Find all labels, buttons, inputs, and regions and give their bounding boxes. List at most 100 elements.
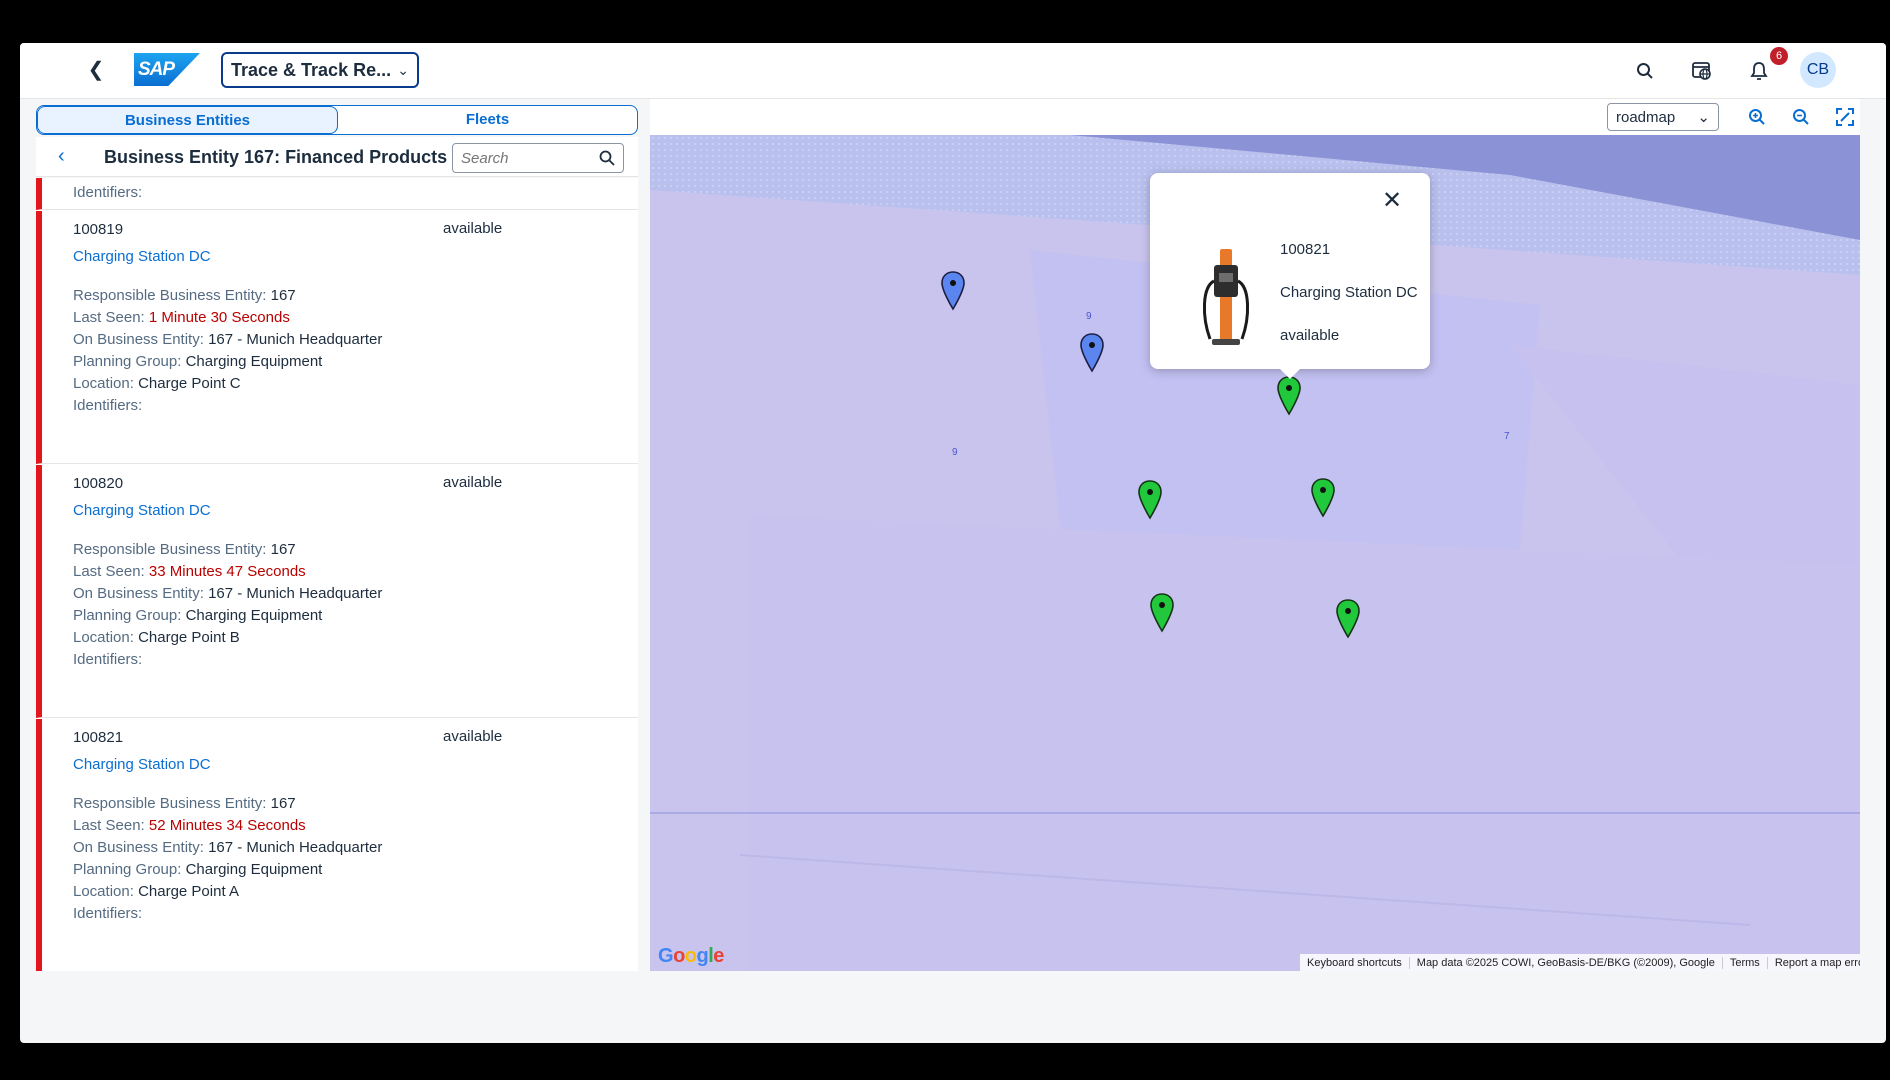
planning-label: Planning Group: bbox=[73, 353, 182, 370]
identifiers-label: Identifiers: bbox=[73, 905, 143, 922]
map-marker-green[interactable] bbox=[1276, 376, 1302, 416]
list-item-partial: Identifiers: bbox=[36, 178, 638, 210]
on-entity-row: On Business Entity: 167 - Munich Headqua… bbox=[73, 585, 382, 602]
search-icon[interactable] bbox=[1631, 57, 1659, 85]
last-seen-row: Last Seen: 52 Minutes 34 Seconds bbox=[73, 817, 306, 834]
back-icon[interactable]: ❮ bbox=[84, 58, 108, 82]
shell-bar: ❮ SAP Trace & Track Re... ⌄ 6 CB bbox=[20, 43, 1886, 99]
list-header: ‹ Business Entity 167: Financed Products bbox=[36, 137, 638, 177]
report-error-link[interactable]: Report a map error bbox=[1768, 957, 1860, 969]
responsible-label: Responsible Business Entity: bbox=[73, 287, 267, 304]
popup-name: Charging Station DC bbox=[1280, 284, 1418, 301]
planning-label: Planning Group: bbox=[73, 607, 182, 624]
location-label: Location: bbox=[73, 883, 134, 900]
map-attribution: Keyboard shortcuts Map data ©2025 COWI, … bbox=[1300, 954, 1860, 971]
street-number-label: 9 bbox=[1086, 311, 1092, 322]
charging-station-image bbox=[1202, 249, 1250, 345]
last-seen-value: 52 Minutes 34 Seconds bbox=[148, 817, 306, 834]
terms-link[interactable]: Terms bbox=[1723, 956, 1768, 969]
last-seen-label: Last Seen: bbox=[73, 309, 145, 326]
left-panel: Business Entities Fleets ‹ Business Enti… bbox=[36, 99, 640, 971]
responsible-row: Responsible Business Entity: 167 bbox=[73, 541, 296, 558]
app-title-menu[interactable]: Trace & Track Re... ⌄ bbox=[221, 52, 419, 88]
map-marker-green[interactable] bbox=[1310, 478, 1336, 518]
search-icon[interactable] bbox=[599, 150, 615, 166]
chevron-down-icon: ⌄ bbox=[397, 61, 409, 78]
list-item[interactable]: 100821 available Charging Station DC Res… bbox=[36, 719, 638, 971]
list-item[interactable]: 100820 available Charging Station DC Res… bbox=[36, 465, 638, 718]
back-arrow-icon[interactable]: ‹ bbox=[58, 145, 65, 168]
planning-value: Charging Equipment bbox=[185, 607, 323, 624]
list-item[interactable]: 100819 available Charging Station DC Res… bbox=[36, 211, 638, 464]
marker-info-popup: ✕ 100821 Charging Station DC available bbox=[1150, 173, 1430, 379]
planning-label: Planning Group: bbox=[73, 861, 182, 878]
identifiers-row: Identifiers: bbox=[73, 905, 142, 922]
item-name-link[interactable]: Charging Station DC bbox=[73, 756, 211, 773]
planning-row: Planning Group: Charging Equipment bbox=[73, 861, 322, 878]
popup-id: 100821 bbox=[1280, 241, 1331, 258]
notification-badge: 6 bbox=[1770, 47, 1788, 65]
zoom-in-icon[interactable] bbox=[1745, 105, 1769, 129]
last-seen-label: Last Seen: bbox=[73, 817, 145, 834]
location-value: Charge Point A bbox=[138, 883, 239, 900]
map-marker-green[interactable] bbox=[1137, 480, 1163, 520]
planning-value: Charging Equipment bbox=[185, 861, 323, 878]
last-seen-value: 33 Minutes 47 Seconds bbox=[148, 563, 306, 580]
popup-status: available bbox=[1280, 327, 1340, 344]
location-value: Charge Point C bbox=[138, 375, 241, 392]
planning-row: Planning Group: Charging Equipment bbox=[73, 607, 322, 624]
responsible-row: Responsible Business Entity: 167 bbox=[73, 287, 296, 304]
location-label: Location: bbox=[73, 375, 134, 392]
item-id: 100820 bbox=[73, 475, 124, 492]
app-title: Trace & Track Re... bbox=[231, 59, 392, 80]
map-panel[interactable]: roadmap ⌄ 9 9 7 ✕ 100821 Charging Statio… bbox=[650, 99, 1860, 971]
responsible-label: Responsible Business Entity: bbox=[73, 795, 267, 812]
item-status: available bbox=[443, 474, 503, 491]
tab-fleets[interactable]: Fleets bbox=[338, 106, 637, 134]
on-entity-value: 167 - Munich Headquarter bbox=[208, 839, 383, 856]
keyboard-shortcuts-link[interactable]: Keyboard shortcuts bbox=[1300, 956, 1410, 969]
identifiers-row: Identifiers: bbox=[73, 397, 142, 414]
sap-logo-text: SAP bbox=[138, 59, 175, 80]
google-logo[interactable]: Google bbox=[658, 945, 724, 968]
planning-value: Charging Equipment bbox=[185, 353, 323, 370]
location-row: Location: Charge Point A bbox=[73, 883, 239, 900]
search-input[interactable] bbox=[461, 149, 599, 167]
map-type-value: roadmap bbox=[1616, 108, 1676, 126]
map-marker-green[interactable] bbox=[1149, 593, 1175, 633]
close-icon[interactable]: ✕ bbox=[1378, 187, 1406, 215]
responsible-row: Responsible Business Entity: 167 bbox=[73, 795, 296, 812]
map-toolbar: roadmap ⌄ bbox=[650, 99, 1860, 135]
last-seen-row: Last Seen: 1 Minute 30 Seconds bbox=[73, 309, 290, 326]
identifiers-label: Identifiers: bbox=[73, 397, 143, 414]
location-row: Location: Charge Point C bbox=[73, 375, 241, 392]
planning-row: Planning Group: Charging Equipment bbox=[73, 353, 322, 370]
segmented-button: Business Entities Fleets bbox=[36, 105, 638, 135]
item-id: 100821 bbox=[73, 729, 124, 746]
street-number-label: 9 bbox=[952, 447, 958, 458]
item-name-link[interactable]: Charging Station DC bbox=[73, 502, 211, 519]
item-status: available bbox=[443, 728, 503, 745]
map-marker-blue[interactable] bbox=[1079, 333, 1105, 373]
tab-business-entities[interactable]: Business Entities bbox=[37, 106, 338, 134]
map-marker-green[interactable] bbox=[1335, 599, 1361, 639]
item-id: 100819 bbox=[73, 221, 124, 238]
chevron-down-icon: ⌄ bbox=[1697, 109, 1710, 126]
last-seen-label: Last Seen: bbox=[73, 563, 145, 580]
avatar[interactable]: CB bbox=[1800, 52, 1836, 88]
on-entity-row: On Business Entity: 167 - Munich Headqua… bbox=[73, 839, 382, 856]
app-window: ❮ SAP Trace & Track Re... ⌄ 6 CB Busines… bbox=[20, 43, 1886, 1043]
fullscreen-icon[interactable] bbox=[1833, 105, 1857, 129]
item-status: available bbox=[443, 220, 503, 237]
map-type-select[interactable]: roadmap ⌄ bbox=[1607, 103, 1719, 131]
last-seen-value: 1 Minute 30 Seconds bbox=[148, 309, 290, 326]
last-seen-row: Last Seen: 33 Minutes 47 Seconds bbox=[73, 563, 306, 580]
zoom-out-icon[interactable] bbox=[1789, 105, 1813, 129]
sap-logo[interactable]: SAP bbox=[134, 53, 200, 86]
search-field[interactable] bbox=[452, 143, 624, 173]
item-name-link[interactable]: Charging Station DC bbox=[73, 248, 211, 265]
on-entity-label: On Business Entity: bbox=[73, 331, 204, 348]
bell-icon[interactable] bbox=[1745, 57, 1773, 85]
map-marker-blue[interactable] bbox=[940, 271, 966, 311]
globe-window-icon[interactable] bbox=[1688, 57, 1716, 85]
